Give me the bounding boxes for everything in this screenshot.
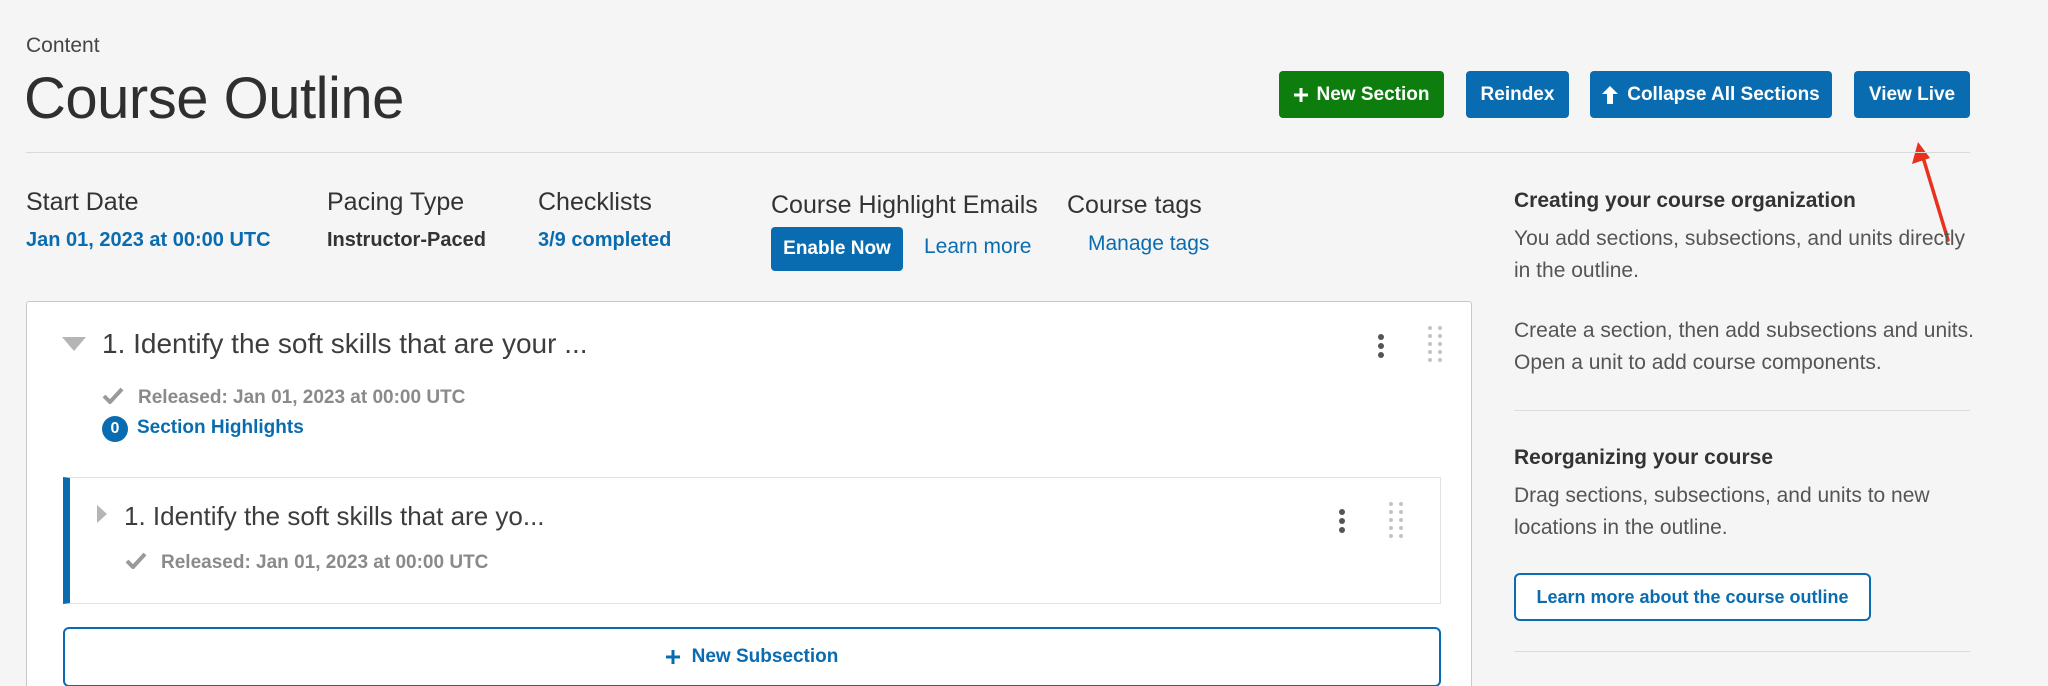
arrow-up-icon	[1602, 85, 1619, 104]
more-vertical-icon[interactable]	[1339, 509, 1347, 536]
caret-right-icon[interactable]	[97, 505, 107, 523]
check-icon	[102, 387, 124, 404]
breadcrumb: Content	[26, 34, 100, 57]
sidebar-divider	[1514, 651, 1970, 652]
start-date-label: Start Date	[26, 188, 139, 216]
collapse-all-sections-button[interactable]: Collapse All Sections	[1590, 71, 1832, 118]
view-live-button[interactable]: View Live	[1854, 71, 1970, 118]
section-title[interactable]: 1. Identify the soft skills that are you…	[102, 328, 588, 360]
plus-icon	[665, 650, 680, 664]
reindex-button[interactable]: Reindex	[1466, 71, 1569, 118]
org-help-text-2: Create a section, then add subsections a…	[1514, 319, 1974, 374]
caret-down-icon[interactable]	[62, 337, 86, 351]
start-date-link[interactable]: Jan 01, 2023 at 00:00 UTC	[26, 229, 271, 252]
org-help-heading: Creating your course organization	[1514, 189, 1856, 212]
checklists-label: Checklists	[538, 188, 652, 216]
section-released-status: Released: Jan 01, 2023 at 00:00 UTC	[138, 387, 466, 408]
learn-more-link[interactable]: Learn more	[924, 235, 1031, 259]
new-subsection-button[interactable]: New Subsection	[63, 627, 1441, 686]
subsection-card	[63, 477, 1441, 604]
reorg-help-text: Drag sections, subsections, and units to…	[1514, 484, 1930, 539]
manage-tags-link[interactable]: Manage tags	[1088, 232, 1209, 256]
org-help-text-1: You add sections, subsections, and units…	[1514, 227, 1965, 282]
plus-icon	[1293, 87, 1308, 102]
section-highlights-link[interactable]: Section Highlights	[137, 417, 304, 439]
drag-handle-icon[interactable]	[1428, 326, 1443, 362]
page-title: Course Outline	[24, 66, 404, 131]
collapse-all-label: Collapse All Sections	[1627, 83, 1820, 105]
pacing-type-label: Pacing Type	[327, 188, 465, 216]
drag-handle-icon[interactable]	[1389, 502, 1404, 538]
new-subsection-label: New Subsection	[691, 646, 839, 667]
new-section-button[interactable]: New Section	[1279, 71, 1444, 118]
reorg-help-heading: Reorganizing your course	[1514, 446, 1774, 469]
view-live-label: View Live	[1868, 83, 1956, 105]
pacing-type-value: Instructor-Paced	[327, 229, 486, 251]
subsection-title[interactable]: 1. Identify the soft skills that are yo.…	[124, 501, 545, 532]
header-divider	[26, 152, 1970, 153]
highlights-count-badge: 0	[102, 416, 128, 442]
enable-now-button[interactable]: Enable Now	[771, 227, 903, 271]
new-section-label: New Section	[1316, 83, 1430, 105]
more-vertical-icon[interactable]	[1378, 334, 1386, 361]
course-tags-label: Course tags	[1067, 191, 1202, 219]
subsection-released-status: Released: Jan 01, 2023 at 00:00 UTC	[161, 552, 489, 573]
sidebar-divider	[1514, 410, 1970, 411]
highlight-emails-label: Course Highlight Emails	[771, 191, 1038, 219]
checklists-link[interactable]: 3/9 completed	[538, 229, 671, 252]
check-icon	[125, 552, 147, 569]
learn-more-outline-button[interactable]: Learn more about the course outline	[1514, 573, 1871, 621]
reindex-label: Reindex	[1480, 83, 1555, 105]
